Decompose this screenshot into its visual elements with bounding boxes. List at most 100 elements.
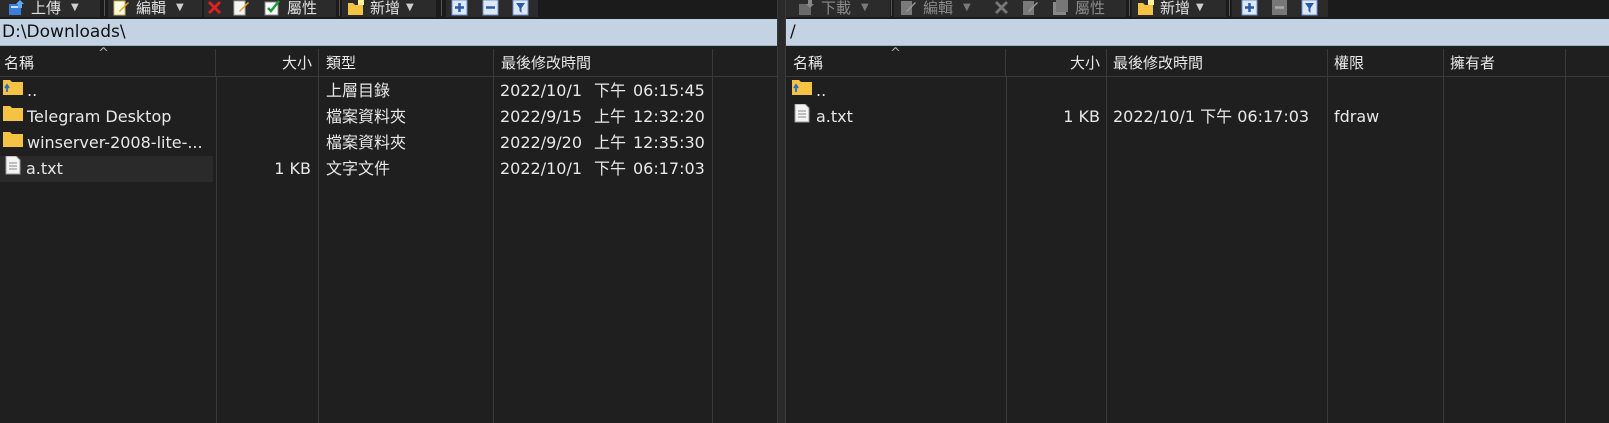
parent-folder-icon bbox=[2, 78, 24, 104]
new-label: 新增 bbox=[370, 0, 401, 17]
local-row-parent[interactable]: .. 上層目錄 2022/10/1 下午 06:15:45 bbox=[0, 78, 777, 104]
row-time: 12:35:30 bbox=[633, 133, 705, 152]
rename-button[interactable] bbox=[233, 0, 256, 18]
row-owner bbox=[1450, 104, 1560, 130]
properties-label: 屬性 bbox=[287, 0, 318, 17]
local-path-field[interactable]: D:\Downloads\ bbox=[0, 19, 777, 46]
local-file-list: .. 上層目錄 2022/10/1 下午 06:15:45 Telegram D… bbox=[0, 78, 777, 182]
row-date: 2022/9/20 bbox=[500, 133, 583, 152]
filter-button[interactable] bbox=[512, 0, 535, 18]
row-name: .. bbox=[816, 81, 827, 100]
column-size[interactable]: 大小 bbox=[1006, 49, 1107, 77]
column-size[interactable]: 大小 bbox=[216, 49, 319, 77]
sort-ascending-icon: ^ bbox=[98, 46, 109, 61]
row-type: 檔案資料夾 bbox=[326, 133, 407, 152]
remote-rename-button[interactable] bbox=[1022, 0, 1045, 18]
edit-label: 編輯 bbox=[923, 0, 954, 17]
remote-path-field[interactable]: / bbox=[786, 19, 1609, 46]
row-name: a.txt bbox=[26, 159, 63, 178]
remote-delete-button[interactable] bbox=[993, 0, 1016, 18]
folder-icon bbox=[2, 104, 24, 130]
properties-button[interactable]: 屬性 bbox=[264, 0, 317, 18]
row-type: 檔案資料夾 bbox=[326, 107, 407, 126]
edit-dropdown-icon[interactable]: ▼ bbox=[963, 2, 971, 13]
download-dropdown-icon[interactable]: ▼ bbox=[861, 2, 869, 13]
row-ampm: 上午 bbox=[594, 107, 627, 126]
remote-file-list: .. a.txt 1 KB 2022/10/1 下午 06:17:03 fdra… bbox=[786, 78, 1609, 130]
upload-button[interactable]: 上傳 ▼ bbox=[8, 0, 79, 18]
download-icon bbox=[798, 0, 815, 16]
edit-dropdown-icon[interactable]: ▼ bbox=[176, 2, 184, 13]
delete-icon bbox=[993, 0, 1010, 16]
upload-label: 上傳 bbox=[31, 0, 62, 17]
minus-icon bbox=[482, 0, 499, 16]
row-name: winserver-2008-lite-... bbox=[27, 133, 203, 152]
text-file-icon bbox=[4, 156, 22, 182]
edit-button[interactable]: 編輯 ▼ bbox=[113, 0, 184, 18]
filter-icon bbox=[1301, 0, 1318, 16]
local-row-atxt[interactable]: a.txt 1 KB 文字文件 2022/10/1 下午 06:17:03 bbox=[0, 156, 777, 182]
download-button[interactable]: 下載 ▼ bbox=[798, 0, 869, 18]
edit-icon bbox=[900, 0, 917, 16]
row-modified: 2022/10/1 下午 06:17:03 bbox=[1113, 107, 1310, 126]
column-owner[interactable]: 擁有者 bbox=[1444, 49, 1566, 77]
new-folder-icon bbox=[1137, 0, 1154, 16]
parent-folder-icon bbox=[791, 78, 813, 104]
remote-expand-button[interactable] bbox=[1241, 0, 1264, 18]
row-time: 06:17:03 bbox=[633, 159, 705, 178]
remote-filter-button[interactable] bbox=[1301, 0, 1324, 18]
minus-icon bbox=[1271, 0, 1288, 16]
new-dropdown-icon[interactable]: ▼ bbox=[1196, 2, 1204, 13]
plus-icon bbox=[451, 0, 468, 16]
upload-icon bbox=[8, 0, 25, 16]
remote-pane: 下載 ▼ 編輯 ▼ 屬性 新增 ▼ / 名稱 ^ 大小 最後修改時間 權限 擁有… bbox=[786, 0, 1609, 423]
column-name[interactable]: 名稱 ^ bbox=[0, 46, 216, 77]
remote-column-header: 名稱 ^ 大小 最後修改時間 權限 擁有者 bbox=[786, 46, 1609, 77]
row-ampm: 上午 bbox=[594, 133, 627, 152]
remote-row-parent[interactable]: .. bbox=[786, 78, 1609, 104]
edit-icon bbox=[113, 0, 130, 16]
row-size: 1 KB bbox=[274, 159, 311, 178]
new-button[interactable]: 新增 ▼ bbox=[347, 0, 414, 18]
upload-dropdown-icon[interactable]: ▼ bbox=[71, 2, 79, 13]
sort-ascending-icon: ^ bbox=[890, 46, 901, 61]
remote-toolbar: 下載 ▼ 編輯 ▼ 屬性 新增 ▼ bbox=[786, 0, 1609, 19]
remote-row-atxt[interactable]: a.txt 1 KB 2022/10/1 下午 06:17:03 fdraw bbox=[786, 104, 1609, 130]
row-type: 上層目錄 bbox=[326, 81, 391, 100]
row-name: .. bbox=[27, 81, 38, 100]
properties-label: 屬性 bbox=[1075, 0, 1106, 17]
delete-icon bbox=[206, 0, 223, 16]
local-row-winserver[interactable]: winserver-2008-lite-... 檔案資料夾 2022/9/20 … bbox=[0, 130, 777, 156]
row-ampm: 下午 bbox=[594, 159, 627, 178]
local-pane: 上傳 ▼ 編輯 ▼ 屬性 新增 ▼ D:\Downloads\ 名稱 ^ 大小 … bbox=[0, 0, 777, 423]
row-time: 06:15:45 bbox=[633, 81, 705, 100]
row-date: 2022/10/1 bbox=[500, 159, 583, 178]
local-column-header: 名稱 ^ 大小 類型 最後修改時間 bbox=[0, 46, 777, 77]
expand-button[interactable] bbox=[451, 0, 474, 18]
text-file-icon bbox=[793, 104, 811, 130]
edit-label: 編輯 bbox=[136, 0, 167, 17]
new-folder-icon bbox=[347, 0, 364, 16]
column-name[interactable]: 名稱 ^ bbox=[786, 46, 1006, 77]
column-type[interactable]: 類型 bbox=[319, 49, 494, 77]
plus-icon bbox=[1241, 0, 1258, 16]
row-time: 12:32:20 bbox=[633, 107, 705, 126]
row-date: 2022/9/15 bbox=[500, 107, 583, 126]
remote-properties-button[interactable]: 屬性 bbox=[1052, 0, 1105, 18]
remote-collapse-button[interactable] bbox=[1271, 0, 1294, 18]
local-toolbar: 上傳 ▼ 編輯 ▼ 屬性 新增 ▼ bbox=[0, 0, 777, 19]
pane-splitter[interactable] bbox=[777, 0, 786, 423]
local-row-telegram[interactable]: Telegram Desktop 檔案資料夾 2022/9/15 上午 12:3… bbox=[0, 104, 777, 130]
column-modified[interactable]: 最後修改時間 bbox=[1107, 49, 1328, 77]
new-dropdown-icon[interactable]: ▼ bbox=[406, 2, 414, 13]
row-date: 2022/10/1 bbox=[500, 81, 583, 100]
remote-new-button[interactable]: 新增 ▼ bbox=[1137, 0, 1204, 18]
collapse-button[interactable] bbox=[482, 0, 505, 18]
remote-edit-button[interactable]: 編輯 ▼ bbox=[900, 0, 971, 18]
folder-icon bbox=[2, 130, 24, 156]
download-label: 下載 bbox=[821, 0, 852, 17]
row-type: 文字文件 bbox=[326, 159, 391, 178]
column-modified[interactable]: 最後修改時間 bbox=[494, 49, 713, 77]
column-permissions[interactable]: 權限 bbox=[1328, 49, 1444, 77]
delete-button[interactable] bbox=[206, 0, 229, 18]
